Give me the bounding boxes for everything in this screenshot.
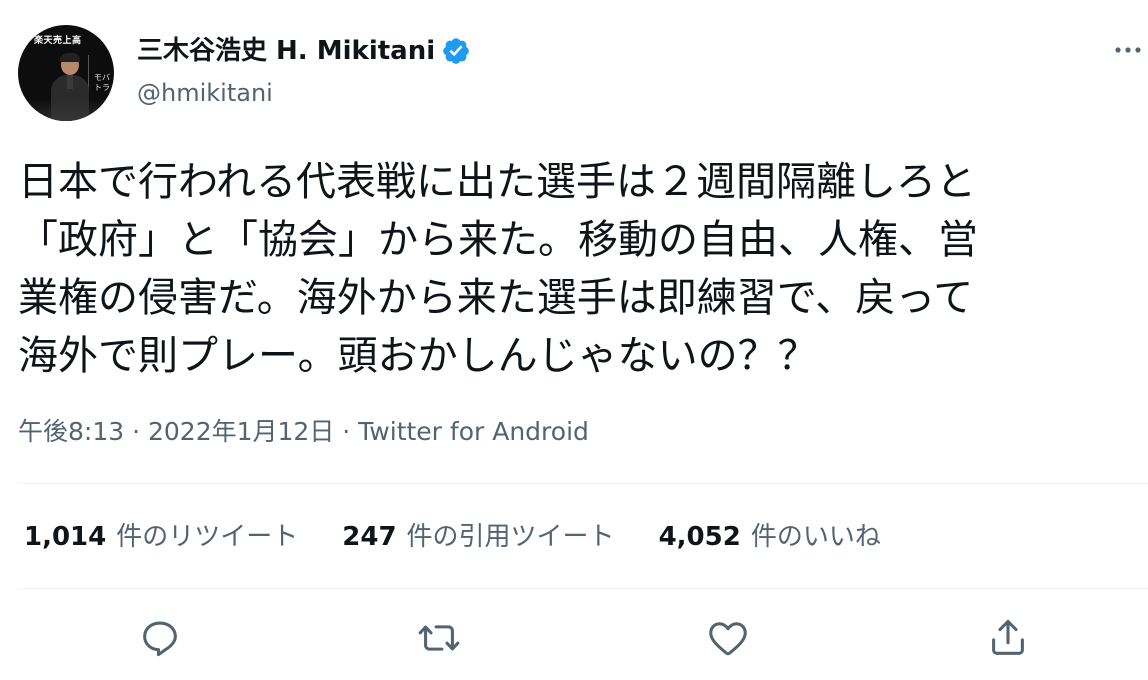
retweet-button[interactable] xyxy=(416,615,462,661)
retweets-stat[interactable]: 1,014 件のリツイート xyxy=(24,517,298,557)
quotes-count: 247 xyxy=(342,522,397,552)
avatar[interactable]: 楽天売上高 モバ トラ xyxy=(18,25,114,121)
share-button[interactable] xyxy=(985,615,1031,661)
likes-label: 件のいいね xyxy=(750,522,881,552)
tweet-card: 楽天売上高 モバ トラ 三木谷浩史 H. Mikitani @hmikitani… xyxy=(0,0,1148,680)
retweet-icon xyxy=(418,625,460,651)
engagement-stats: 1,014 件のリツイート 247 件の引用ツイート 4,052 件のいいね xyxy=(24,517,925,557)
more-options-icon[interactable] xyxy=(1110,38,1146,62)
author-name-row[interactable]: 三木谷浩史 H. Mikitani xyxy=(137,34,471,68)
timestamp[interactable]: 午後8:13 · 2022年1月12日 · xyxy=(18,417,358,446)
likes-stat[interactable]: 4,052 件のいいね xyxy=(659,517,881,557)
divider xyxy=(18,483,1148,484)
tweet-text: 日本で行われる代表戦に出た選手は２週間隔離しろと 「政府」と「協会」から来た。移… xyxy=(18,159,978,379)
like-button[interactable] xyxy=(705,615,751,661)
avatar-caption: 楽天売上高 xyxy=(34,36,82,46)
verified-badge-icon xyxy=(441,36,471,66)
reply-button[interactable] xyxy=(137,615,183,661)
handle[interactable]: @hmikitani xyxy=(137,77,273,109)
divider xyxy=(18,588,1148,589)
avatar-person-hair xyxy=(60,53,80,62)
avatar-side-text: モバ トラ xyxy=(94,73,110,92)
tweet-meta: 午後8:13 · 2022年1月12日 · Twitter for Androi… xyxy=(18,414,589,450)
likes-count: 4,052 xyxy=(658,522,741,552)
quotes-label: 件の引用ツイート xyxy=(406,522,615,552)
source-link[interactable]: Twitter for Android xyxy=(358,417,589,446)
share-icon xyxy=(992,619,1024,655)
action-bar xyxy=(0,615,1148,661)
avatar-stage-glow xyxy=(18,99,114,121)
retweets-count: 1,014 xyxy=(24,522,107,552)
avatar-person-shirt xyxy=(67,75,73,89)
retweets-label: 件のリツイート xyxy=(116,522,299,552)
quotes-stat[interactable]: 247 件の引用ツイート xyxy=(342,517,614,557)
heart-icon xyxy=(709,622,747,656)
reply-icon xyxy=(143,621,177,657)
display-name[interactable]: 三木谷浩史 H. Mikitani xyxy=(137,34,435,68)
